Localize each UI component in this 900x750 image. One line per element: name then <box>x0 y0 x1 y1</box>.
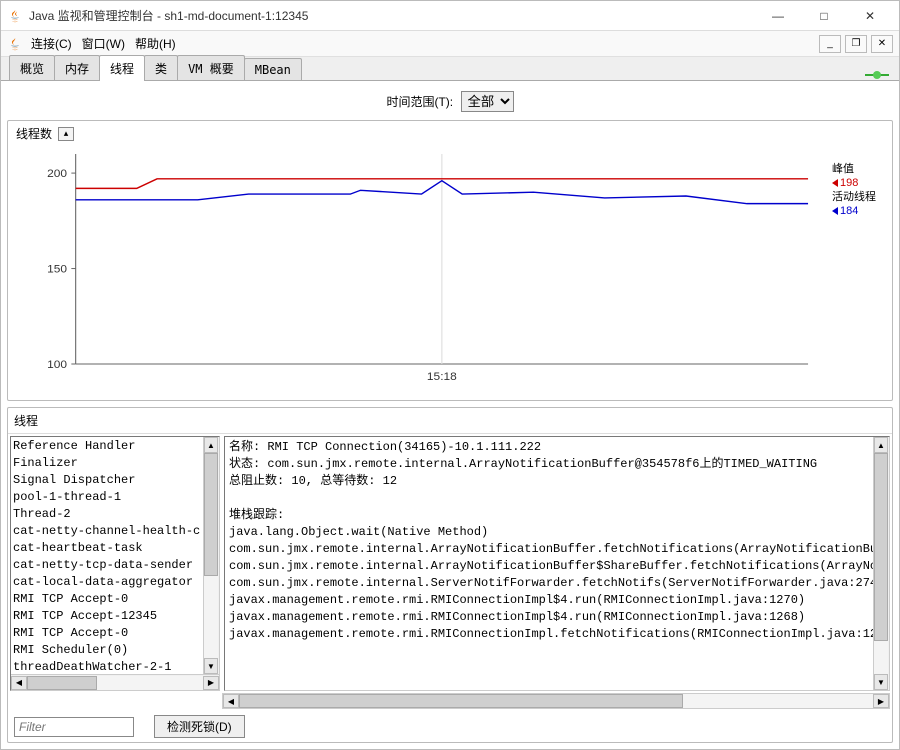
thread-list-item[interactable]: RMI TCP Accept-0 <box>13 591 201 608</box>
legend-peak-label: 峰值 <box>832 163 854 175</box>
menubar: 连接(C) 窗口(W) 帮助(H) _ ❐ ✕ <box>1 31 899 57</box>
thread-list-item[interactable]: cat-local-data-aggregator <box>13 574 201 591</box>
scrollbar-thumb[interactable] <box>27 676 97 690</box>
svg-text:100: 100 <box>47 359 67 371</box>
thread-list-item[interactable]: cat-netty-channel-health-check <box>13 523 201 540</box>
thread-list-item[interactable]: cat-netty-tcp-data-sender <box>13 557 201 574</box>
thread-filter-input[interactable] <box>14 717 134 737</box>
main-window: Java 监视和管理控制台 - sh1-md-document-1:12345 … <box>0 0 900 750</box>
stack-frame: java.lang.Object.wait(Native Method) <box>229 524 869 541</box>
thread-list-item[interactable]: Finalizer <box>13 455 201 472</box>
thread-list[interactable]: Reference HandlerFinalizerSignal Dispatc… <box>11 437 203 674</box>
thread-detail-text: 名称: RMI TCP Connection(34165)-10.1.111.2… <box>225 437 873 690</box>
vertical-scrollbar[interactable]: ▲ ▼ <box>873 437 889 690</box>
triangle-left-icon <box>832 179 838 187</box>
legend-live-label: 活动线程 <box>832 191 876 203</box>
mdi-maximize[interactable]: ❐ <box>845 35 867 53</box>
scrollbar-thumb[interactable] <box>239 694 683 708</box>
menu-connection[interactable]: 连接(C) <box>31 35 72 52</box>
thread-list-item[interactable]: pool-1-thread-1 <box>13 489 201 506</box>
minimize-button[interactable]: — <box>755 2 801 30</box>
thread-list-item[interactable]: Signal Dispatcher <box>13 472 201 489</box>
stack-frame: javax.management.remote.rmi.RMIConnectio… <box>229 626 869 643</box>
thread-list-item[interactable]: cat-heartbeat-task <box>13 540 201 557</box>
scrollbar-thumb[interactable] <box>874 453 888 641</box>
stack-frame: com.sun.jmx.remote.internal.ArrayNotific… <box>229 558 869 575</box>
tab-bar: 概览 内存 线程 类 VM 概要 MBean <box>1 57 899 81</box>
time-range-row: 时间范围(T): 全部 <box>5 83 895 120</box>
thread-list-item[interactable]: RMI Scheduler(0) <box>13 642 201 659</box>
window-title: Java 监视和管理控制台 - sh1-md-document-1:12345 <box>29 7 755 24</box>
detect-deadlock-button[interactable]: 检测死锁(D) <box>154 715 245 738</box>
thread-detail-container: 名称: RMI TCP Connection(34165)-10.1.111.2… <box>224 436 890 691</box>
menu-help[interactable]: 帮助(H) <box>135 35 176 52</box>
scroll-right-button[interactable]: ▶ <box>873 694 889 708</box>
time-range-select[interactable]: 全部 <box>461 91 514 112</box>
scroll-left-button[interactable]: ◀ <box>11 676 27 690</box>
scroll-down-button[interactable]: ▼ <box>204 658 218 674</box>
titlebar: Java 监视和管理控制台 - sh1-md-document-1:12345 … <box>1 1 899 31</box>
stack-frame: com.sun.jmx.remote.internal.ArrayNotific… <box>229 541 869 558</box>
chart-collapse-button[interactable]: ▴ <box>58 127 74 141</box>
legend-peak-value: 198 <box>840 177 858 189</box>
scroll-right-button[interactable]: ▶ <box>203 676 219 690</box>
maximize-button[interactable]: □ <box>801 2 847 30</box>
menu-window[interactable]: 窗口(W) <box>82 35 125 52</box>
horizontal-scrollbar[interactable]: ◀ ▶ <box>222 693 890 709</box>
threads-panel-title: 线程 <box>8 408 892 434</box>
thread-list-container: Reference HandlerFinalizerSignal Dispatc… <box>10 436 220 691</box>
tab-overview[interactable]: 概览 <box>9 55 55 80</box>
thread-count-chart: 100 150 200 15:18 <box>16 144 884 394</box>
java-icon <box>7 8 23 24</box>
chart-title: 线程数 <box>16 125 52 142</box>
scroll-down-button[interactable]: ▼ <box>874 674 888 690</box>
tab-threads[interactable]: 线程 <box>99 55 145 81</box>
thread-list-item[interactable]: RMI TCP Accept-0 <box>13 625 201 642</box>
thread-list-item[interactable]: threadDeathWatcher-2-1 <box>13 659 201 674</box>
mdi-minimize[interactable]: _ <box>819 35 841 53</box>
threads-panel: 线程 Reference HandlerFinalizerSignal Disp… <box>7 407 893 743</box>
tab-mbeans[interactable]: MBean <box>244 58 302 80</box>
scrollbar-thumb[interactable] <box>204 453 218 576</box>
vertical-scrollbar[interactable]: ▲ ▼ <box>203 437 219 674</box>
stack-frame: javax.management.remote.rmi.RMIConnectio… <box>229 609 869 626</box>
thread-list-item[interactable]: RMI TCP Accept-12345 <box>13 608 201 625</box>
tab-classes[interactable]: 类 <box>144 55 178 80</box>
triangle-left-icon <box>832 207 838 215</box>
thread-list-item[interactable]: Reference Handler <box>13 438 201 455</box>
horizontal-scrollbar[interactable]: ◀ ▶ <box>11 674 219 690</box>
scroll-left-button[interactable]: ◀ <box>223 694 239 708</box>
legend-live-value: 184 <box>840 205 858 217</box>
close-button[interactable]: ✕ <box>847 2 893 30</box>
svg-text:150: 150 <box>47 264 67 276</box>
java-icon <box>7 36 23 52</box>
mdi-close[interactable]: ✕ <box>871 35 893 53</box>
tab-memory[interactable]: 内存 <box>54 55 100 80</box>
svg-text:15:18: 15:18 <box>427 371 457 383</box>
stack-frame: com.sun.jmx.remote.internal.ServerNotifF… <box>229 575 869 592</box>
thread-count-chart-panel: 线程数 ▴ 100 150 200 15:18 峰值 198 活动线程 184 <box>7 120 893 401</box>
scroll-up-button[interactable]: ▲ <box>874 437 888 453</box>
stack-frame: javax.management.remote.rmi.RMIConnectio… <box>229 592 869 609</box>
time-range-label: 时间范围(T): <box>386 95 453 109</box>
connection-status-icon <box>865 70 889 80</box>
thread-list-item[interactable]: Thread-2 <box>13 506 201 523</box>
tab-vm-summary[interactable]: VM 概要 <box>177 55 245 80</box>
scroll-up-button[interactable]: ▲ <box>204 437 218 453</box>
svg-text:200: 200 <box>47 168 67 180</box>
